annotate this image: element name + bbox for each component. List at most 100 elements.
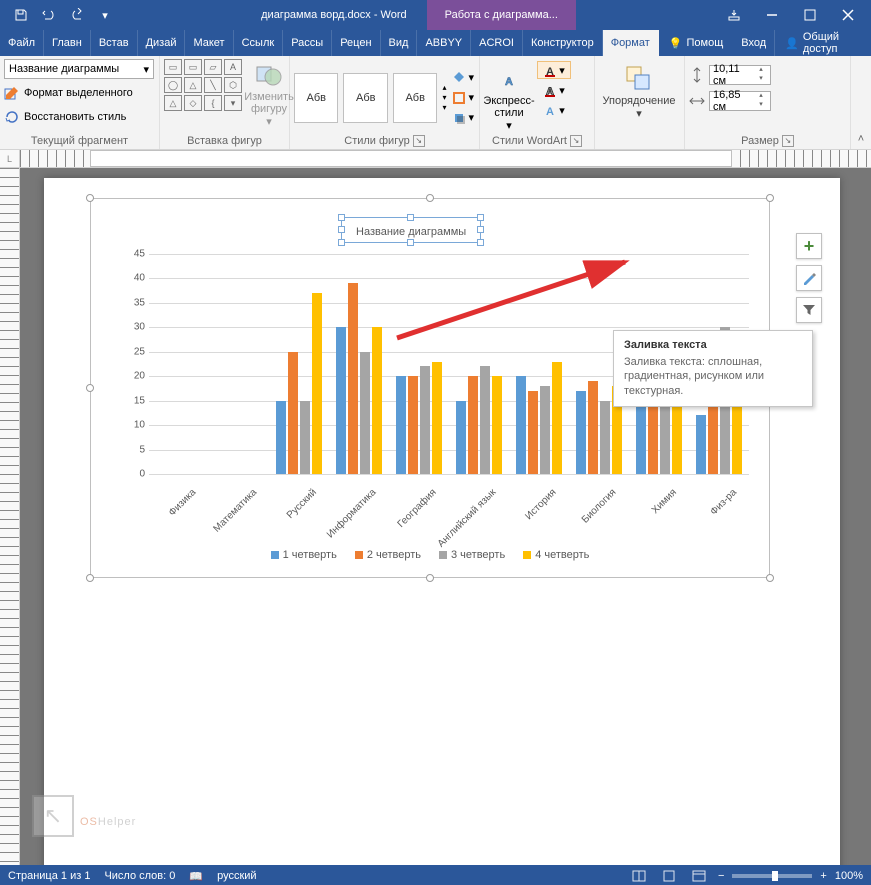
chart-elements-combo[interactable]: Название диаграммы▾ [4, 59, 154, 79]
chart-title[interactable]: Название диаграммы [341, 217, 481, 243]
chart-filters-button[interactable] [796, 297, 822, 323]
bar[interactable] [492, 376, 502, 474]
sign-in-button[interactable]: Вход [733, 30, 775, 56]
dialog-launcher-icon[interactable]: ↘ [413, 135, 425, 147]
save-button[interactable] [8, 2, 34, 28]
text-fill-button[interactable]: A▾ [537, 61, 571, 79]
gallery-up-icon[interactable]: ▴ [442, 83, 446, 92]
tab-дизай[interactable]: Дизай [138, 30, 186, 56]
text-effects-button[interactable]: A▾ [537, 101, 571, 119]
horizontal-ruler[interactable] [20, 150, 871, 168]
tab-макет[interactable]: Макет [185, 30, 233, 56]
tab-вид[interactable]: Вид [381, 30, 418, 56]
legend-item[interactable]: 4 четверть [523, 549, 589, 561]
text-outline-button[interactable]: A▾ [537, 81, 571, 99]
bar[interactable] [696, 415, 706, 474]
reset-style-button[interactable]: Восстановить стиль [4, 107, 126, 127]
zoom-out-button[interactable]: − [718, 870, 724, 882]
bar[interactable] [276, 401, 286, 474]
shape-style-3[interactable]: Абв [393, 73, 437, 123]
collapse-ribbon-icon[interactable]: ˄ [858, 133, 864, 145]
minimize-button[interactable] [757, 2, 787, 28]
gallery-more-icon[interactable]: ▾ [442, 103, 446, 112]
chart-legend[interactable]: 1 четверть 2 четверть 3 четверть 4 четверть [91, 549, 769, 561]
print-layout-button[interactable] [658, 867, 680, 885]
format-selection-button[interactable]: Формат выделенного [4, 83, 133, 103]
page-count[interactable]: Страница 1 из 1 [8, 870, 90, 883]
read-mode-button[interactable] [628, 867, 650, 885]
shape-style-2[interactable]: Абв [343, 73, 387, 123]
height-input[interactable]: 10,11 см▴▾ [709, 65, 771, 85]
bar[interactable] [288, 352, 298, 474]
dialog-launcher-icon[interactable]: ↘ [782, 135, 794, 147]
vertical-ruler[interactable] [0, 168, 20, 865]
zoom-level[interactable]: 100% [835, 870, 863, 882]
bar[interactable] [420, 366, 430, 474]
arrange-button[interactable]: Упорядочение▾ [599, 63, 679, 120]
spellcheck-icon[interactable]: 📖 [189, 870, 203, 883]
shape-fill-button[interactable]: ▾ [451, 69, 475, 87]
zoom-in-button[interactable]: + [820, 870, 826, 882]
bar[interactable] [516, 376, 526, 474]
tell-me-button[interactable]: 💡Помощ [659, 30, 733, 56]
legend-item[interactable]: 1 четверть [271, 549, 337, 561]
tab-ссылк[interactable]: Ссылк [234, 30, 284, 56]
bar[interactable] [636, 406, 646, 474]
tab-главн[interactable]: Главн [44, 30, 91, 56]
legend-item[interactable]: 2 четверть [355, 549, 421, 561]
redo-button[interactable] [64, 2, 90, 28]
tab-рецен[interactable]: Рецен [332, 30, 380, 56]
web-layout-button[interactable] [688, 867, 710, 885]
language-status[interactable]: русский [217, 870, 256, 883]
group-label: Стили фигур [344, 135, 409, 147]
bar[interactable] [348, 283, 358, 474]
width-input[interactable]: 16,85 см▴▾ [709, 91, 771, 111]
tab-abbyy[interactable]: ABBYY [417, 30, 471, 56]
bar[interactable] [360, 352, 370, 474]
word-count[interactable]: Число слов: 0 [104, 870, 175, 883]
close-button[interactable] [833, 2, 863, 28]
bar[interactable] [300, 401, 310, 474]
bar[interactable] [708, 401, 718, 474]
bar[interactable] [732, 396, 742, 474]
shapes-gallery[interactable]: ▭▭▱A ◯△╲⬡ △◇{▾ [164, 59, 242, 111]
bar[interactable] [396, 376, 406, 474]
tab-встав[interactable]: Встав [91, 30, 138, 56]
shape-style-1[interactable]: Абв [294, 73, 338, 123]
bar[interactable] [468, 376, 478, 474]
zoom-slider[interactable] [732, 874, 812, 878]
bar[interactable] [408, 376, 418, 474]
maximize-button[interactable] [795, 2, 825, 28]
gallery-down-icon[interactable]: ▾ [442, 93, 446, 102]
bar[interactable] [588, 381, 598, 474]
bar[interactable] [432, 362, 442, 474]
bar[interactable] [540, 386, 550, 474]
bar[interactable] [480, 366, 490, 474]
shape-outline-button[interactable]: ▾ [451, 89, 475, 107]
tab-рассы[interactable]: Рассы [283, 30, 332, 56]
share-button[interactable]: 👤Общий доступ [775, 30, 871, 56]
bar[interactable] [528, 391, 538, 474]
qat-customize-button[interactable]: ▾ [92, 2, 118, 28]
tab-конструктор[interactable]: Конструктор [523, 30, 603, 56]
undo-button[interactable] [36, 2, 62, 28]
bar[interactable] [336, 327, 346, 474]
bar[interactable] [312, 293, 322, 474]
tab-acroi[interactable]: ACROI [471, 30, 523, 56]
dialog-launcher-icon[interactable]: ↘ [570, 135, 582, 147]
chart-elements-button[interactable]: + [796, 233, 822, 259]
contextual-tools-tab[interactable]: Работа с диаграмма... [427, 0, 576, 30]
quick-styles-button[interactable]: A Экспресс-стили▾ [484, 61, 534, 132]
page-area[interactable]: Название диаграммы 051015202530354045 Фи… [20, 168, 871, 865]
bar[interactable] [456, 401, 466, 474]
shape-effects-button[interactable]: ▾ [451, 109, 475, 127]
tab-формат[interactable]: Формат [603, 30, 659, 56]
bar[interactable] [600, 401, 610, 474]
ribbon-options-button[interactable] [719, 2, 749, 28]
bar[interactable] [552, 362, 562, 474]
bar[interactable] [372, 327, 382, 474]
bar[interactable] [576, 391, 586, 474]
chart-styles-button[interactable] [796, 265, 822, 291]
legend-item[interactable]: 3 четверть [439, 549, 505, 561]
tab-файл[interactable]: Файл [0, 30, 44, 56]
